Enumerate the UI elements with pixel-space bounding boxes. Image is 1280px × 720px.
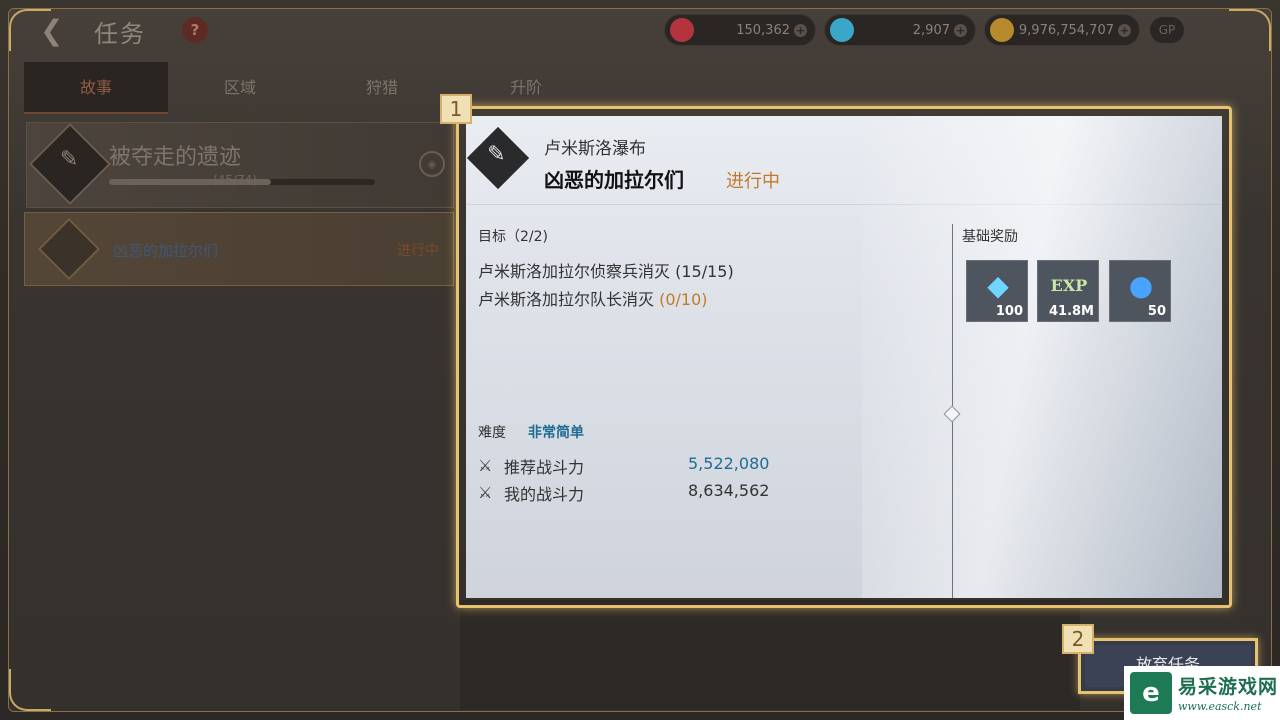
reward-slot[interactable]: ● 50 [1109,260,1171,322]
currency-ruby: 150,362 + [664,14,816,46]
orb-icon: ● [1128,269,1154,302]
watermark-text: 易采游戏网 [1178,676,1279,698]
crossed-swords-icon: ⚔ [478,456,493,475]
site-logo-icon: e [1130,672,1172,714]
divider-ornament [943,405,961,423]
my-power-value: 8,634,562 [688,481,770,500]
quest-emblem-icon [37,217,101,281]
reward-slot[interactable]: ◆ 100 [966,260,1028,322]
diamond-icon: ◆ [987,269,1009,302]
diamond-icon [830,18,854,42]
step-marker: 2 [1062,624,1094,654]
tab-story[interactable]: 故事 [24,62,168,114]
reward-count: 50 [1147,304,1166,319]
my-power-row: ⚔ 我的战斗力 8,634,562 [478,481,778,504]
add-diamond-button[interactable]: + [954,23,967,37]
currency-value: 2,907 [912,22,950,38]
list-item[interactable]: 凶恶的加拉尔们 进行中 [24,212,454,286]
quest-detail-panel: ✎ 卢米斯洛瀑布 凶恶的加拉尔们 进行中 目标（2/2) 卢米斯洛加拉尔侦察兵消… [466,116,1222,598]
currency-value: 150,362 [736,22,790,38]
currency-value: 9,976,754,707 [1018,22,1114,38]
watermark: e 易采游戏网 www.easck.net [1124,666,1280,720]
step-marker: 1 [440,94,472,124]
quest-location: 卢米斯洛瀑布 [544,139,646,159]
quest-scroll-icon: ✎ [466,126,530,190]
objective-progress: (0/10) [659,290,708,309]
add-ruby-button[interactable]: + [794,23,807,37]
reward-count: 100 [995,304,1023,319]
corner-ornament [1229,9,1271,51]
chapter-emblem: ✎ [28,122,112,206]
recommended-power-value: 5,522,080 [688,454,770,473]
objective-row: 卢米斯洛加拉尔侦察兵消灭 (15/15) [478,258,734,282]
exp-icon: EXP [1050,276,1088,295]
watermark-url: www.easck.net [1178,700,1262,713]
gp-badge[interactable]: GP [1150,17,1184,43]
chapter-reward-icon[interactable]: ◈ [419,151,445,177]
quest-status: 进行中 [726,171,780,192]
crossed-swords-icon: ⚔ [478,483,493,502]
background-panel [460,600,1080,710]
objective-text: 卢米斯洛加拉尔侦察兵消灭 [478,262,671,281]
difficulty-value: 非常简单 [528,425,584,441]
help-button[interactable]: ? [182,17,208,43]
quest-item-name: 凶恶的加拉尔们 [113,242,219,260]
tab-hunting[interactable]: 狩猎 [310,62,454,114]
reward-slot[interactable]: EXP 41.8M [1037,260,1099,322]
recommended-power-label: 推荐战斗力 [504,458,585,477]
recommended-power-row: ⚔ 推荐战斗力 5,522,080 [478,454,778,477]
add-gold-button[interactable]: + [1118,23,1131,37]
currency-gold: 9,976,754,707 + [984,14,1140,46]
divider [466,204,1222,205]
difficulty-label: 难度 [478,425,506,441]
currency-diamond: 2,907 + [824,14,976,46]
scroll-icon: ✎ [59,147,79,173]
back-arrow-icon[interactable]: ❮ [40,16,74,46]
corner-ornament [9,669,51,711]
gold-coin-icon [990,18,1014,42]
objective-label: 目标（2/2) [478,229,548,245]
objective-text: 卢米斯洛加拉尔队长消灭 [478,290,655,309]
quest-title: 凶恶的加拉尔们 [544,168,684,192]
objective-progress: (15/15) [675,262,734,281]
my-power-label: 我的战斗力 [504,485,585,504]
objective-row: 卢米斯洛加拉尔队长消灭 (0/10) [478,286,708,310]
game-window: ❮ 任务 ? 150,362 + 2,907 + 9,976,754,707 +… [0,0,1280,720]
chapter-progress-text: (45/74) [213,173,257,187]
page-title: 任务 [94,20,146,48]
chapter-title: 被夺走的遗迹 [109,145,242,170]
ruby-icon [670,18,694,42]
chapter-header[interactable]: ✎ 被夺走的遗迹 (45/74) ◈ [26,122,454,208]
reward-count: 41.8M [1048,304,1094,319]
reward-label: 基础奖励 [962,229,1018,245]
quest-item-status: 进行中 [397,243,439,259]
tab-region[interactable]: 区域 [168,62,312,114]
